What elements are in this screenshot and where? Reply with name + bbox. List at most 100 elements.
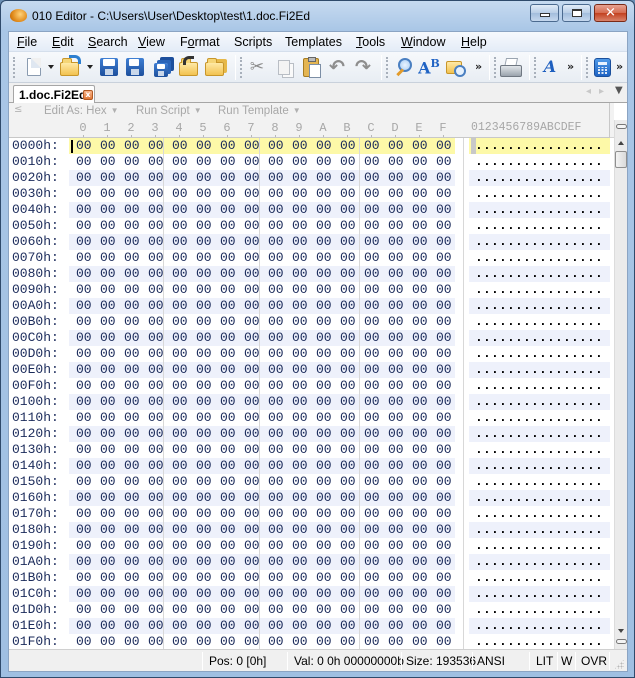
hex-byte[interactable]: 00 [316, 330, 334, 346]
hex-byte[interactable]: 00 [316, 170, 334, 186]
hex-byte[interactable]: 00 [436, 442, 454, 458]
hex-byte[interactable]: 00 [412, 618, 430, 634]
hex-byte[interactable]: 00 [100, 426, 118, 442]
toolbar-overflow-chevron[interactable]: » [567, 60, 574, 73]
ascii-text[interactable]: ................ [475, 218, 603, 234]
hex-byte[interactable]: 00 [100, 490, 118, 506]
hex-byte[interactable]: 00 [388, 138, 406, 154]
hex-row[interactable]: 0170h: 00 00 00 00 00 00 00 00 00 00 00 00 00 00 00 00..… [9, 506, 610, 522]
hex-byte[interactable]: 00 [316, 426, 334, 442]
hex-byte[interactable]: 00 [316, 618, 334, 634]
hex-byte[interactable]: 00 [436, 586, 454, 602]
hex-byte[interactable]: 00 [436, 618, 454, 634]
hex-byte[interactable]: 00 [436, 250, 454, 266]
hex-row[interactable]: 0140h: 00 00 00 00 00 00 00 00 00 00 00 00 00 00 00 00..… [9, 458, 610, 474]
hex-byte[interactable]: 00 [292, 346, 310, 362]
redo-button[interactable]: ↷ [352, 56, 374, 78]
hex-byte[interactable]: 00 [268, 250, 286, 266]
ascii-text[interactable]: ................ [475, 378, 603, 394]
hex-byte[interactable]: 00 [412, 234, 430, 250]
hex-byte[interactable]: 00 [316, 506, 334, 522]
hex-byte[interactable]: 00 [196, 250, 214, 266]
hex-byte[interactable]: 00 [436, 602, 454, 618]
hex-byte[interactable]: 00 [100, 602, 118, 618]
hex-byte[interactable]: 00 [100, 234, 118, 250]
hex-byte[interactable]: 00 [196, 266, 214, 282]
hex-byte[interactable]: 00 [268, 362, 286, 378]
hex-byte[interactable]: 00 [124, 538, 142, 554]
hex-byte[interactable]: 00 [436, 186, 454, 202]
hex-byte[interactable]: 00 [364, 202, 382, 218]
scroll-up-arrow-icon[interactable] [618, 141, 624, 145]
hex-byte[interactable]: 00 [316, 282, 334, 298]
hex-byte[interactable]: 00 [220, 298, 238, 314]
hex-row[interactable]: 0190h: 00 00 00 00 00 00 00 00 00 00 00 00 00 00 00 00..… [9, 538, 610, 554]
hex-byte[interactable]: 00 [316, 538, 334, 554]
hex-byte[interactable]: 00 [196, 138, 214, 154]
hex-byte[interactable]: 00 [196, 474, 214, 490]
hex-byte[interactable]: 00 [172, 362, 190, 378]
ascii-text[interactable]: ................ [475, 362, 603, 378]
hex-byte[interactable]: 00 [172, 250, 190, 266]
status-endian[interactable]: LIT [536, 654, 553, 668]
find-button[interactable] [392, 56, 414, 78]
hex-byte[interactable]: 00 [76, 554, 94, 570]
hex-byte[interactable]: 00 [124, 394, 142, 410]
hex-byte[interactable]: 00 [124, 266, 142, 282]
hex-byte[interactable]: 00 [76, 314, 94, 330]
hex-byte[interactable]: 00 [268, 234, 286, 250]
hex-byte[interactable]: 00 [436, 458, 454, 474]
status-insert-mode[interactable]: OVR [581, 654, 607, 668]
hex-row[interactable]: 01C0h: 00 00 00 00 00 00 00 00 00 00 00 00 00 00 00 00..… [9, 586, 610, 602]
hex-byte[interactable]: 00 [124, 634, 142, 649]
hex-byte[interactable]: 00 [388, 378, 406, 394]
ascii-text[interactable]: ................ [475, 618, 603, 634]
hex-byte[interactable]: 00 [100, 298, 118, 314]
hex-byte[interactable]: 00 [340, 250, 358, 266]
hex-byte[interactable]: 00 [436, 218, 454, 234]
maximize-button[interactable] [562, 4, 591, 22]
ascii-text[interactable]: ................ [475, 522, 603, 538]
hex-row[interactable]: 01F0h: 00 00 00 00 00 00 00 00 00 00 00 00 00 00 00 00..… [9, 634, 610, 649]
hex-byte[interactable]: 00 [340, 506, 358, 522]
hex-byte[interactable]: 00 [268, 218, 286, 234]
hex-byte[interactable]: 00 [340, 346, 358, 362]
toolbar-grip[interactable] [240, 57, 243, 78]
hex-byte[interactable]: 00 [316, 570, 334, 586]
hex-byte[interactable]: 00 [364, 474, 382, 490]
hex-byte[interactable]: 00 [340, 234, 358, 250]
hex-byte[interactable]: 00 [220, 618, 238, 634]
hex-byte[interactable]: 00 [172, 266, 190, 282]
hex-byte[interactable]: 00 [340, 618, 358, 634]
hex-byte[interactable]: 00 [292, 602, 310, 618]
hex-byte[interactable]: 00 [196, 170, 214, 186]
hex-byte[interactable]: 00 [172, 458, 190, 474]
hex-row[interactable]: 0150h: 00 00 00 00 00 00 00 00 00 00 00 00 00 00 00 00..… [9, 474, 610, 490]
hex-byte[interactable]: 00 [364, 410, 382, 426]
hex-byte[interactable]: 00 [172, 202, 190, 218]
hex-byte[interactable]: 00 [412, 186, 430, 202]
undo-button[interactable]: ↶ [326, 56, 348, 78]
hex-byte[interactable]: 00 [268, 266, 286, 282]
hex-byte[interactable]: 00 [340, 266, 358, 282]
hex-byte[interactable]: 00 [196, 314, 214, 330]
copy-button[interactable] [273, 56, 295, 78]
hex-byte[interactable]: 00 [340, 138, 358, 154]
hex-byte[interactable]: 00 [412, 266, 430, 282]
hex-byte[interactable]: 00 [364, 186, 382, 202]
hex-byte[interactable]: 00 [172, 218, 190, 234]
hex-byte[interactable]: 00 [76, 490, 94, 506]
hex-row[interactable]: 0110h: 00 00 00 00 00 00 00 00 00 00 00 00 00 00 00 00..… [9, 410, 610, 426]
hex-byte[interactable]: 00 [268, 330, 286, 346]
hex-byte[interactable]: 00 [412, 506, 430, 522]
menu-format[interactable]: Format [180, 34, 220, 50]
hex-byte[interactable]: 00 [76, 570, 94, 586]
hex-byte[interactable]: 00 [436, 554, 454, 570]
hex-byte[interactable]: 00 [292, 586, 310, 602]
hex-byte[interactable]: 00 [412, 138, 430, 154]
hex-byte[interactable]: 00 [436, 538, 454, 554]
hex-byte[interactable]: 00 [364, 426, 382, 442]
hex-byte[interactable]: 00 [340, 186, 358, 202]
menu-edit[interactable]: Edit [52, 34, 74, 50]
hex-byte[interactable]: 00 [436, 522, 454, 538]
